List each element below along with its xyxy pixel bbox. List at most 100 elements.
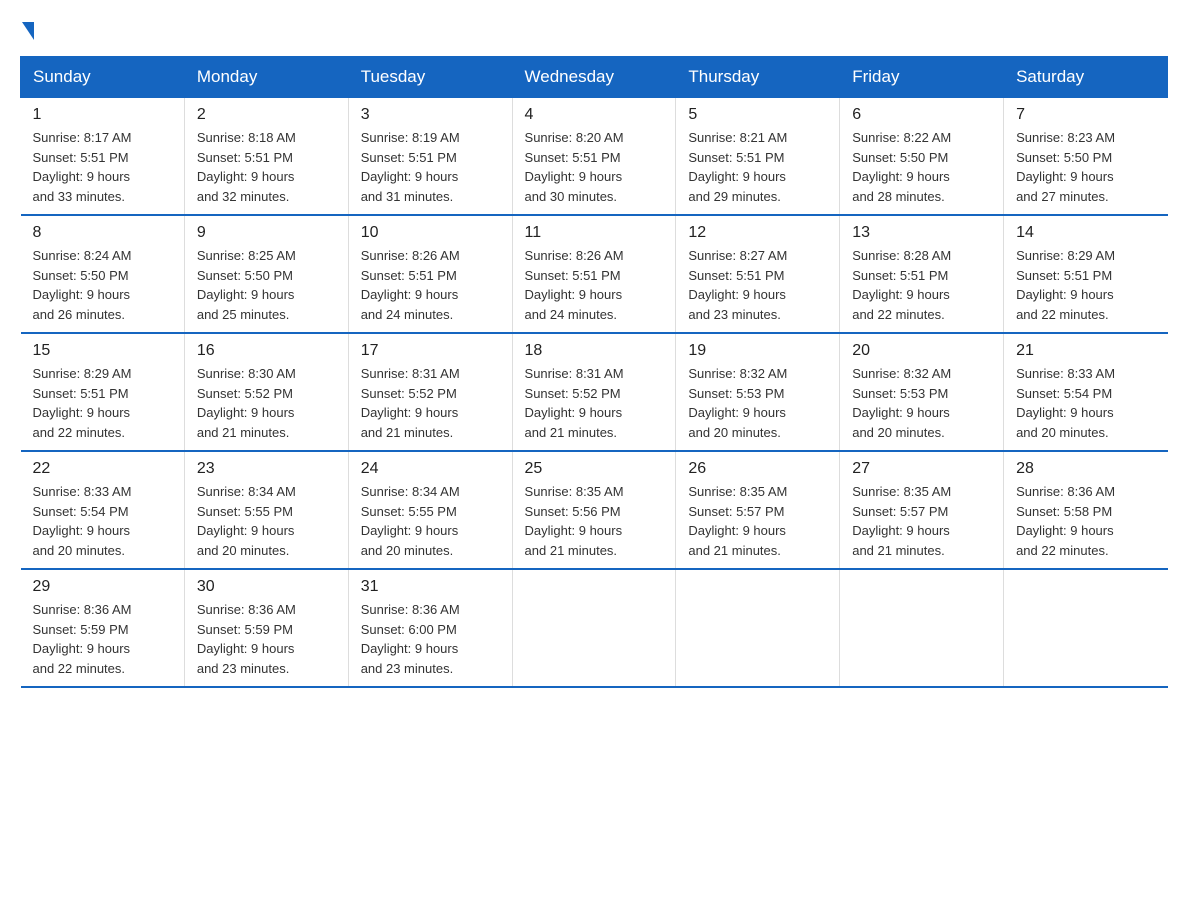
day-info: Sunrise: 8:35 AM Sunset: 5:57 PM Dayligh… — [688, 482, 827, 560]
week-row-4: 22 Sunrise: 8:33 AM Sunset: 5:54 PM Dayl… — [21, 451, 1168, 569]
day-number: 22 — [33, 460, 172, 478]
week-row-3: 15 Sunrise: 8:29 AM Sunset: 5:51 PM Dayl… — [21, 333, 1168, 451]
calendar-cell: 10 Sunrise: 8:26 AM Sunset: 5:51 PM Dayl… — [348, 215, 512, 333]
day-number: 31 — [361, 578, 500, 596]
day-info: Sunrise: 8:30 AM Sunset: 5:52 PM Dayligh… — [197, 364, 336, 442]
calendar-cell: 4 Sunrise: 8:20 AM Sunset: 5:51 PM Dayli… — [512, 98, 676, 216]
calendar-cell: 19 Sunrise: 8:32 AM Sunset: 5:53 PM Dayl… — [676, 333, 840, 451]
header-day-friday: Friday — [840, 57, 1004, 98]
day-number: 18 — [525, 342, 664, 360]
day-number: 12 — [688, 224, 827, 242]
day-info: Sunrise: 8:20 AM Sunset: 5:51 PM Dayligh… — [525, 128, 664, 206]
week-row-2: 8 Sunrise: 8:24 AM Sunset: 5:50 PM Dayli… — [21, 215, 1168, 333]
day-info: Sunrise: 8:18 AM Sunset: 5:51 PM Dayligh… — [197, 128, 336, 206]
day-info: Sunrise: 8:33 AM Sunset: 5:54 PM Dayligh… — [33, 482, 172, 560]
day-number: 5 — [688, 106, 827, 124]
header-day-monday: Monday — [184, 57, 348, 98]
calendar-cell: 23 Sunrise: 8:34 AM Sunset: 5:55 PM Dayl… — [184, 451, 348, 569]
day-number: 3 — [361, 106, 500, 124]
day-number: 19 — [688, 342, 827, 360]
day-number: 4 — [525, 106, 664, 124]
calendar-cell: 15 Sunrise: 8:29 AM Sunset: 5:51 PM Dayl… — [21, 333, 185, 451]
day-info: Sunrise: 8:26 AM Sunset: 5:51 PM Dayligh… — [361, 246, 500, 324]
day-number: 1 — [33, 106, 172, 124]
day-info: Sunrise: 8:22 AM Sunset: 5:50 PM Dayligh… — [852, 128, 991, 206]
day-info: Sunrise: 8:28 AM Sunset: 5:51 PM Dayligh… — [852, 246, 991, 324]
calendar-cell: 26 Sunrise: 8:35 AM Sunset: 5:57 PM Dayl… — [676, 451, 840, 569]
calendar-header-row: SundayMondayTuesdayWednesdayThursdayFrid… — [21, 57, 1168, 98]
day-number: 13 — [852, 224, 991, 242]
day-info: Sunrise: 8:34 AM Sunset: 5:55 PM Dayligh… — [197, 482, 336, 560]
calendar-cell: 8 Sunrise: 8:24 AM Sunset: 5:50 PM Dayli… — [21, 215, 185, 333]
day-number: 25 — [525, 460, 664, 478]
calendar-cell: 25 Sunrise: 8:35 AM Sunset: 5:56 PM Dayl… — [512, 451, 676, 569]
calendar-cell: 5 Sunrise: 8:21 AM Sunset: 5:51 PM Dayli… — [676, 98, 840, 216]
day-info: Sunrise: 8:19 AM Sunset: 5:51 PM Dayligh… — [361, 128, 500, 206]
day-info: Sunrise: 8:35 AM Sunset: 5:56 PM Dayligh… — [525, 482, 664, 560]
day-info: Sunrise: 8:27 AM Sunset: 5:51 PM Dayligh… — [688, 246, 827, 324]
day-number: 29 — [33, 578, 172, 596]
calendar-cell: 28 Sunrise: 8:36 AM Sunset: 5:58 PM Dayl… — [1004, 451, 1168, 569]
day-info: Sunrise: 8:29 AM Sunset: 5:51 PM Dayligh… — [33, 364, 172, 442]
day-info: Sunrise: 8:21 AM Sunset: 5:51 PM Dayligh… — [688, 128, 827, 206]
day-number: 21 — [1016, 342, 1155, 360]
day-info: Sunrise: 8:29 AM Sunset: 5:51 PM Dayligh… — [1016, 246, 1155, 324]
calendar-cell: 21 Sunrise: 8:33 AM Sunset: 5:54 PM Dayl… — [1004, 333, 1168, 451]
calendar-cell: 11 Sunrise: 8:26 AM Sunset: 5:51 PM Dayl… — [512, 215, 676, 333]
calendar-cell: 31 Sunrise: 8:36 AM Sunset: 6:00 PM Dayl… — [348, 569, 512, 687]
day-number: 15 — [33, 342, 172, 360]
day-number: 6 — [852, 106, 991, 124]
day-info: Sunrise: 8:26 AM Sunset: 5:51 PM Dayligh… — [525, 246, 664, 324]
calendar-cell: 17 Sunrise: 8:31 AM Sunset: 5:52 PM Dayl… — [348, 333, 512, 451]
logo-triangle-icon — [22, 22, 34, 40]
day-number: 26 — [688, 460, 827, 478]
week-row-5: 29 Sunrise: 8:36 AM Sunset: 5:59 PM Dayl… — [21, 569, 1168, 687]
day-number: 20 — [852, 342, 991, 360]
day-number: 28 — [1016, 460, 1155, 478]
day-info: Sunrise: 8:34 AM Sunset: 5:55 PM Dayligh… — [361, 482, 500, 560]
calendar-cell: 29 Sunrise: 8:36 AM Sunset: 5:59 PM Dayl… — [21, 569, 185, 687]
header-day-sunday: Sunday — [21, 57, 185, 98]
day-number: 17 — [361, 342, 500, 360]
day-info: Sunrise: 8:32 AM Sunset: 5:53 PM Dayligh… — [688, 364, 827, 442]
day-info: Sunrise: 8:32 AM Sunset: 5:53 PM Dayligh… — [852, 364, 991, 442]
calendar-cell — [1004, 569, 1168, 687]
day-info: Sunrise: 8:25 AM Sunset: 5:50 PM Dayligh… — [197, 246, 336, 324]
day-number: 24 — [361, 460, 500, 478]
day-info: Sunrise: 8:33 AM Sunset: 5:54 PM Dayligh… — [1016, 364, 1155, 442]
day-info: Sunrise: 8:31 AM Sunset: 5:52 PM Dayligh… — [525, 364, 664, 442]
header-day-thursday: Thursday — [676, 57, 840, 98]
day-info: Sunrise: 8:36 AM Sunset: 5:59 PM Dayligh… — [33, 600, 172, 678]
calendar-cell: 22 Sunrise: 8:33 AM Sunset: 5:54 PM Dayl… — [21, 451, 185, 569]
calendar-cell: 20 Sunrise: 8:32 AM Sunset: 5:53 PM Dayl… — [840, 333, 1004, 451]
calendar-cell: 1 Sunrise: 8:17 AM Sunset: 5:51 PM Dayli… — [21, 98, 185, 216]
calendar-cell — [512, 569, 676, 687]
calendar-cell: 3 Sunrise: 8:19 AM Sunset: 5:51 PM Dayli… — [348, 98, 512, 216]
day-number: 27 — [852, 460, 991, 478]
day-info: Sunrise: 8:31 AM Sunset: 5:52 PM Dayligh… — [361, 364, 500, 442]
calendar-cell: 9 Sunrise: 8:25 AM Sunset: 5:50 PM Dayli… — [184, 215, 348, 333]
calendar-cell: 12 Sunrise: 8:27 AM Sunset: 5:51 PM Dayl… — [676, 215, 840, 333]
day-info: Sunrise: 8:36 AM Sunset: 5:58 PM Dayligh… — [1016, 482, 1155, 560]
day-number: 11 — [525, 224, 664, 242]
calendar-cell: 2 Sunrise: 8:18 AM Sunset: 5:51 PM Dayli… — [184, 98, 348, 216]
day-number: 10 — [361, 224, 500, 242]
day-info: Sunrise: 8:36 AM Sunset: 6:00 PM Dayligh… — [361, 600, 500, 678]
calendar-cell: 16 Sunrise: 8:30 AM Sunset: 5:52 PM Dayl… — [184, 333, 348, 451]
day-info: Sunrise: 8:23 AM Sunset: 5:50 PM Dayligh… — [1016, 128, 1155, 206]
day-info: Sunrise: 8:17 AM Sunset: 5:51 PM Dayligh… — [33, 128, 172, 206]
calendar-cell — [840, 569, 1004, 687]
calendar-cell: 14 Sunrise: 8:29 AM Sunset: 5:51 PM Dayl… — [1004, 215, 1168, 333]
day-info: Sunrise: 8:24 AM Sunset: 5:50 PM Dayligh… — [33, 246, 172, 324]
day-number: 2 — [197, 106, 336, 124]
day-number: 23 — [197, 460, 336, 478]
logo — [20, 20, 34, 40]
calendar-cell: 7 Sunrise: 8:23 AM Sunset: 5:50 PM Dayli… — [1004, 98, 1168, 216]
header-day-saturday: Saturday — [1004, 57, 1168, 98]
day-number: 9 — [197, 224, 336, 242]
day-number: 16 — [197, 342, 336, 360]
week-row-1: 1 Sunrise: 8:17 AM Sunset: 5:51 PM Dayli… — [21, 98, 1168, 216]
day-number: 30 — [197, 578, 336, 596]
calendar-cell: 6 Sunrise: 8:22 AM Sunset: 5:50 PM Dayli… — [840, 98, 1004, 216]
day-info: Sunrise: 8:36 AM Sunset: 5:59 PM Dayligh… — [197, 600, 336, 678]
